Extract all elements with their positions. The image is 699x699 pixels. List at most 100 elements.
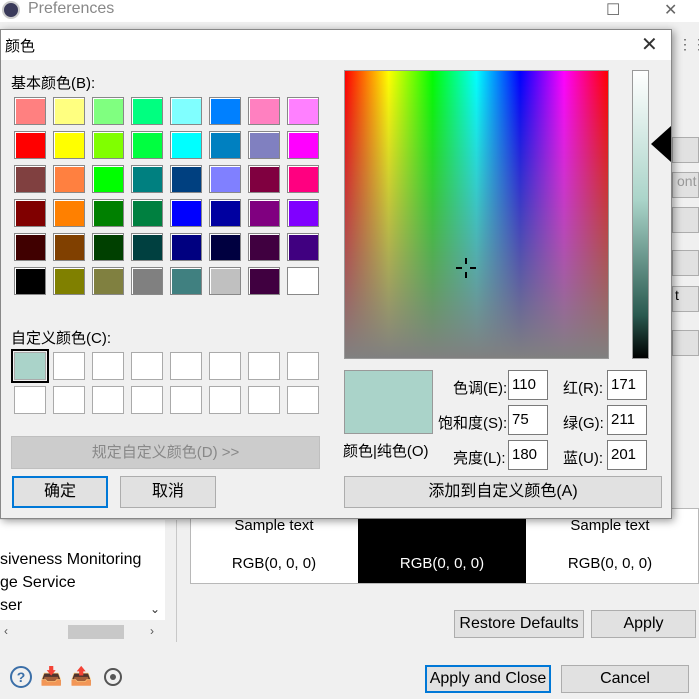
basic-color-swatch[interactable] bbox=[14, 233, 46, 261]
help-icon[interactable]: ? bbox=[10, 666, 32, 688]
crosshair-icon[interactable] bbox=[456, 258, 476, 278]
side-button-2[interactable] bbox=[672, 207, 699, 233]
color-spectrum[interactable] bbox=[344, 70, 609, 359]
basic-color-swatch[interactable] bbox=[287, 199, 319, 227]
blue-field[interactable]: 201 bbox=[607, 440, 647, 470]
basic-color-swatch[interactable] bbox=[53, 199, 85, 227]
basic-color-swatch[interactable] bbox=[209, 131, 241, 159]
menu-dots-icon[interactable]: ⋮⋮ bbox=[678, 36, 699, 53]
basic-color-swatch[interactable] bbox=[209, 97, 241, 125]
custom-color-swatch[interactable] bbox=[248, 386, 280, 414]
custom-color-swatch[interactable] bbox=[287, 386, 319, 414]
export-icon[interactable]: 📤 bbox=[70, 666, 94, 688]
basic-color-swatch[interactable] bbox=[14, 165, 46, 193]
custom-color-swatch[interactable] bbox=[53, 386, 85, 414]
basic-color-swatch[interactable] bbox=[287, 165, 319, 193]
custom-color-swatch[interactable] bbox=[209, 352, 241, 380]
chevron-left-icon[interactable]: ‹ bbox=[4, 624, 8, 638]
basic-color-swatch[interactable] bbox=[14, 267, 46, 295]
tree-item[interactable]: siveness Monitoring bbox=[0, 520, 146, 571]
basic-color-swatch[interactable] bbox=[92, 165, 124, 193]
basic-color-swatch[interactable] bbox=[131, 131, 163, 159]
custom-color-swatch[interactable] bbox=[248, 352, 280, 380]
hue-field[interactable]: 110 bbox=[508, 370, 548, 400]
tree-item[interactable]: ge Service bbox=[0, 571, 146, 594]
basic-color-swatch[interactable] bbox=[287, 97, 319, 125]
preferences-tree[interactable]: siveness Monitoring ge Service ser bbox=[0, 520, 146, 620]
basic-color-swatch[interactable] bbox=[209, 233, 241, 261]
chevron-down-icon[interactable]: ⌄ bbox=[150, 602, 160, 616]
basic-color-swatch[interactable] bbox=[53, 233, 85, 261]
basic-color-swatch[interactable] bbox=[53, 131, 85, 159]
add-to-custom-colors-button[interactable]: 添加到自定义颜色(A) bbox=[344, 476, 662, 508]
basic-color-swatch[interactable] bbox=[131, 267, 163, 295]
basic-color-swatch[interactable] bbox=[209, 199, 241, 227]
basic-color-swatch[interactable] bbox=[92, 97, 124, 125]
basic-color-swatch[interactable] bbox=[14, 199, 46, 227]
custom-color-swatch[interactable] bbox=[209, 386, 241, 414]
luminance-slider[interactable] bbox=[632, 70, 649, 359]
sat-field[interactable]: 75 bbox=[508, 405, 548, 435]
custom-color-swatch[interactable] bbox=[287, 352, 319, 380]
basic-color-swatch[interactable] bbox=[131, 97, 163, 125]
side-button-3[interactable] bbox=[672, 250, 699, 276]
basic-color-swatch[interactable] bbox=[287, 131, 319, 159]
side-button-4[interactable] bbox=[672, 330, 699, 356]
basic-color-swatch[interactable] bbox=[14, 131, 46, 159]
ok-button[interactable]: 确定 bbox=[12, 476, 108, 508]
tree-hscroll[interactable]: ‹ › bbox=[0, 622, 165, 642]
basic-color-swatch[interactable] bbox=[287, 233, 319, 261]
basic-color-swatch[interactable] bbox=[53, 165, 85, 193]
close-icon[interactable]: ✕ bbox=[664, 0, 677, 20]
scroll-thumb[interactable] bbox=[68, 625, 124, 639]
dialog-close-icon[interactable]: ✕ bbox=[641, 32, 658, 57]
basic-color-swatch[interactable] bbox=[53, 267, 85, 295]
basic-color-swatch[interactable] bbox=[248, 165, 280, 193]
custom-color-swatch[interactable] bbox=[14, 386, 46, 414]
basic-color-swatch[interactable] bbox=[92, 199, 124, 227]
maximize-icon[interactable]: ☐ bbox=[606, 0, 620, 20]
tree-item[interactable]: ser bbox=[0, 594, 146, 617]
basic-color-swatch[interactable] bbox=[92, 233, 124, 261]
basic-color-swatch[interactable] bbox=[131, 199, 163, 227]
custom-color-swatch[interactable] bbox=[131, 386, 163, 414]
custom-color-swatch[interactable] bbox=[170, 352, 202, 380]
basic-color-swatch[interactable] bbox=[248, 199, 280, 227]
basic-color-swatch[interactable] bbox=[287, 267, 319, 295]
custom-color-swatch[interactable] bbox=[11, 349, 49, 383]
custom-color-swatch[interactable] bbox=[92, 386, 124, 414]
record-icon[interactable] bbox=[104, 668, 122, 686]
basic-color-swatch[interactable] bbox=[170, 233, 202, 261]
basic-color-swatch[interactable] bbox=[248, 233, 280, 261]
basic-color-swatch[interactable] bbox=[170, 97, 202, 125]
basic-color-swatch[interactable] bbox=[92, 267, 124, 295]
apply-button[interactable]: Apply bbox=[591, 610, 696, 638]
custom-color-swatch[interactable] bbox=[92, 352, 124, 380]
pane-divider[interactable] bbox=[176, 520, 177, 642]
import-icon[interactable]: 📥 bbox=[40, 666, 64, 688]
side-button-1[interactable] bbox=[672, 137, 699, 163]
basic-color-swatch[interactable] bbox=[170, 131, 202, 159]
basic-color-swatch[interactable] bbox=[209, 165, 241, 193]
basic-color-swatch[interactable] bbox=[170, 165, 202, 193]
basic-color-swatch[interactable] bbox=[53, 97, 85, 125]
custom-color-swatch[interactable] bbox=[53, 352, 85, 380]
dialog-cancel-button[interactable]: 取消 bbox=[120, 476, 216, 508]
basic-color-swatch[interactable] bbox=[170, 199, 202, 227]
green-field[interactable]: 211 bbox=[607, 405, 647, 435]
tree-vscroll[interactable]: ⌄ bbox=[146, 520, 165, 620]
restore-defaults-button[interactable]: Restore Defaults bbox=[454, 610, 584, 638]
lum-field[interactable]: 180 bbox=[508, 440, 548, 470]
basic-color-swatch[interactable] bbox=[248, 267, 280, 295]
basic-color-swatch[interactable] bbox=[209, 267, 241, 295]
custom-color-swatch[interactable] bbox=[131, 352, 163, 380]
basic-color-swatch[interactable] bbox=[248, 131, 280, 159]
basic-color-swatch[interactable] bbox=[248, 97, 280, 125]
chevron-right-icon[interactable]: › bbox=[150, 624, 154, 638]
basic-color-swatch[interactable] bbox=[131, 233, 163, 261]
basic-color-swatch[interactable] bbox=[131, 165, 163, 193]
side-button-font[interactable]: ont bbox=[672, 172, 699, 198]
apply-and-close-button[interactable]: Apply and Close bbox=[425, 665, 551, 693]
red-field[interactable]: 171 bbox=[607, 370, 647, 400]
basic-color-swatch[interactable] bbox=[170, 267, 202, 295]
